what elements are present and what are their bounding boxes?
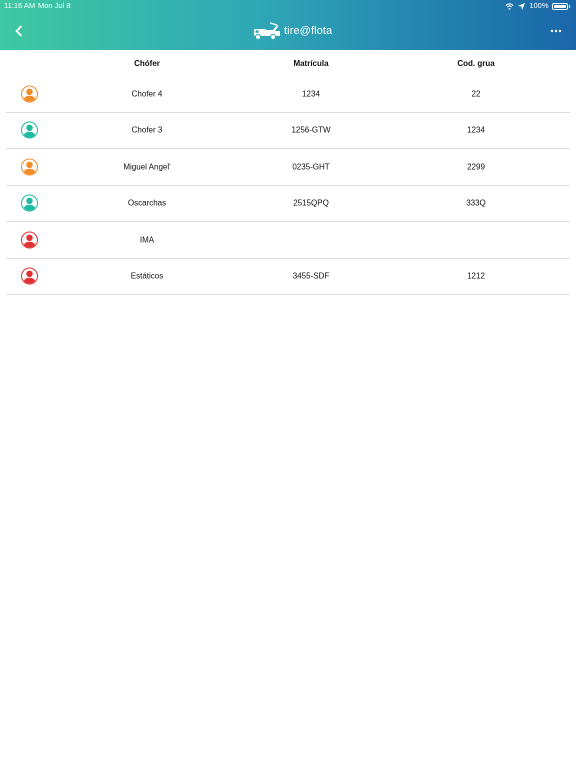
tow-code: 1212: [467, 271, 485, 281]
battery-icon: [551, 2, 568, 10]
app-header: 11:16 AM Mon Jul 8 100% tire@flota: [0, 0, 576, 50]
tow-code: 1234: [467, 125, 485, 135]
table-row[interactable]: Oscarchas 2515QPQ 333Q: [6, 186, 570, 222]
driver-name: Estáticos: [130, 271, 164, 281]
driver-name: IMA: [139, 235, 155, 245]
user-avatar-icon: [21, 121, 38, 139]
status-bar: 11:16 AM Mon Jul 8 100%: [0, 0, 576, 12]
license-plate: 1256-GTW: [291, 125, 331, 135]
battery-cap: [568, 4, 570, 8]
column-header-cod-grua: Cod. grua: [457, 59, 495, 68]
tow-truck-logo: [254, 22, 280, 41]
driver-name: Oscarchas: [127, 198, 167, 208]
tow-code: 2299: [467, 162, 485, 172]
driver-name: Chofer 3: [131, 125, 163, 135]
license-plate: 3455-SDF: [292, 271, 330, 281]
driver-list: Chofer 4 1234 22 Chofer 3 1256-GTW 1234 Miguel…: [0, 76, 576, 295]
status-indicators: 100%: [505, 0, 570, 12]
user-avatar-icon: [21, 231, 38, 249]
brand: tire@flota: [253, 21, 332, 41]
table-header: Chófer Matrícula Cod. grua: [0, 50, 576, 76]
table-row[interactable]: Chofer 4 1234 22: [6, 76, 570, 113]
column-header-chofer: Chófer: [134, 59, 160, 68]
driver-name: Chofer 4: [131, 89, 163, 99]
table-row[interactable]: Miguel Angel' 0235-GHT 2299: [6, 149, 570, 186]
table-row[interactable]: Chofer 3 1256-GTW 1234: [6, 113, 570, 149]
license-plate: 1234: [302, 89, 320, 99]
table-row[interactable]: Estáticos 3455-SDF 1212: [6, 259, 570, 295]
location-arrow-icon: [518, 2, 526, 10]
battery-percent: 100%: [529, 1, 549, 10]
license-plate: 0235-GHT: [292, 162, 330, 172]
column-header-matricula: Matrícula: [293, 59, 329, 68]
license-plate: 2515QPQ: [293, 198, 329, 208]
more-options-button[interactable]: [548, 24, 564, 38]
ellipsis-icon: [550, 29, 562, 33]
tow-code: 22: [471, 89, 481, 99]
tow-code: 333Q: [466, 198, 486, 208]
table-row[interactable]: IMA: [6, 222, 570, 259]
chevron-left-icon: [15, 25, 22, 37]
status-time: 11:16 AM: [4, 1, 36, 10]
user-avatar-icon: [21, 267, 38, 285]
user-avatar-icon: [21, 158, 38, 176]
wifi-icon: [505, 2, 514, 10]
user-avatar-icon: [21, 194, 38, 212]
back-button[interactable]: [10, 22, 28, 40]
brand-text: tire@flota: [284, 25, 333, 37]
status-date: Mon Jul 8: [38, 1, 71, 10]
user-avatar-icon: [21, 85, 38, 103]
driver-name: Miguel Angel': [123, 162, 171, 172]
